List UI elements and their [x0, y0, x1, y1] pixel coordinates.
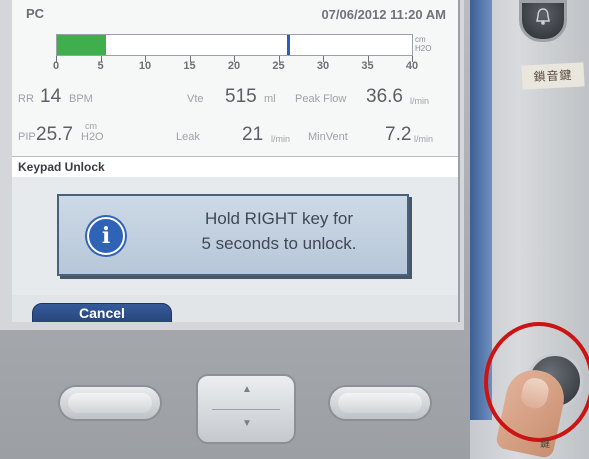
rr-label: RR [18, 93, 34, 105]
pressure-scale: 0 5 10 15 20 25 30 35 40 [52, 56, 418, 76]
pip-unit-top: cm [85, 121, 97, 131]
keypad-unlock-body: i Hold RIGHT key for 5 seconds to unlock… [12, 177, 458, 295]
pip-label: PIP [18, 131, 36, 143]
keypad-lock-label-text: 鎖音鍵 [533, 67, 573, 85]
bottom-key-label: 鍵 [540, 439, 550, 450]
right-softkey-face [338, 393, 422, 413]
cancel-button[interactable]: Cancel [32, 303, 172, 322]
unlock-message: Hold RIGHT key for 5 seconds to unlock. [154, 206, 404, 256]
info-icon: i [87, 217, 125, 255]
arrow-down-icon: ▼ [242, 418, 252, 429]
vte-label: Vte [187, 93, 204, 105]
pressure-scale-tick-label: 5 [97, 60, 104, 72]
keypad-unlock-header: Keypad Unlock [12, 156, 458, 178]
highlight-circle [484, 322, 589, 442]
pressure-scale-tick-label: 20 [227, 60, 241, 72]
unlock-message-line2: 5 seconds to unlock. [201, 234, 357, 253]
min-vent-label: MinVent [308, 131, 348, 143]
left-softkey-face [68, 393, 152, 413]
right-softkey-button[interactable] [328, 385, 432, 421]
min-vent-unit: l/min [414, 134, 434, 144]
arrow-up-icon: ▲ [242, 384, 252, 395]
pressure-unit-line2: H2O [415, 44, 432, 53]
pressure-unit-line1: cm [415, 35, 426, 44]
pressure-scale-tick-label: 25 [272, 60, 285, 72]
unlock-message-line1: Hold RIGHT key for [204, 209, 353, 228]
pressure-scale-tick-label: 35 [361, 60, 374, 72]
pip-unit-bottom: H2O [81, 131, 104, 143]
rr-value: 14 [40, 86, 62, 107]
leak-unit: l/min [271, 134, 291, 144]
keypad-lock-label: 鎖音鍵 [521, 62, 585, 90]
bell-icon [536, 8, 550, 25]
ventilation-mode: PC [26, 6, 45, 21]
rr-unit: BPM [69, 93, 93, 105]
leak-value: 21 [242, 124, 264, 145]
vte-unit: ml [264, 93, 276, 105]
pressure-scale-tick-label: 0 [52, 60, 60, 72]
pressure-bar-fill [57, 35, 106, 55]
unlock-message-dialog: i Hold RIGHT key for 5 seconds to unlock… [57, 194, 409, 276]
date-time: 07/06/2012 11:20 AM [321, 7, 446, 22]
peak-flow-unit: l/min [410, 96, 430, 106]
ventilator-device: 鎖音鍵 鍵 PC 07/06/2012 11:20 AM cm H2O 0 5 10… [0, 0, 589, 459]
min-vent-value: 7.2 [385, 124, 412, 145]
pressure-scale-tick-label: 10 [138, 60, 152, 72]
cancel-button-label: Cancel [79, 305, 125, 321]
up-down-navigation-button[interactable]: ▲ ▼ [196, 374, 296, 444]
screen-bezel: PC 07/06/2012 11:20 AM cm H2O 0 5 10 15 20 25… [0, 0, 464, 330]
vte-value: 515 [225, 86, 257, 107]
peak-flow-value: 36.6 [366, 86, 403, 107]
nav-divider [212, 409, 280, 410]
ventilator-screen: PC 07/06/2012 11:20 AM cm H2O 0 5 10 15 20 25… [12, 0, 460, 322]
pressure-bar [56, 34, 413, 56]
peak-flow-label: Peak Flow [295, 93, 347, 105]
pip-value: 25.7 [36, 124, 73, 145]
pressure-scale-tick-label: 15 [183, 60, 196, 72]
softkey-bar: Cancel [12, 295, 458, 322]
keypad-unlock-title: Keypad Unlock [18, 160, 105, 174]
leak-label: Leak [176, 131, 200, 143]
left-softkey-button[interactable] [58, 385, 162, 421]
pressure-bar-marker [286, 35, 290, 55]
pressure-scale-tick-label: 30 [316, 60, 330, 72]
pressure-bar-unit: cm H2O [415, 35, 431, 53]
alarm-silence-button[interactable] [519, 0, 567, 42]
pressure-scale-tick-label: 40 [405, 60, 419, 72]
